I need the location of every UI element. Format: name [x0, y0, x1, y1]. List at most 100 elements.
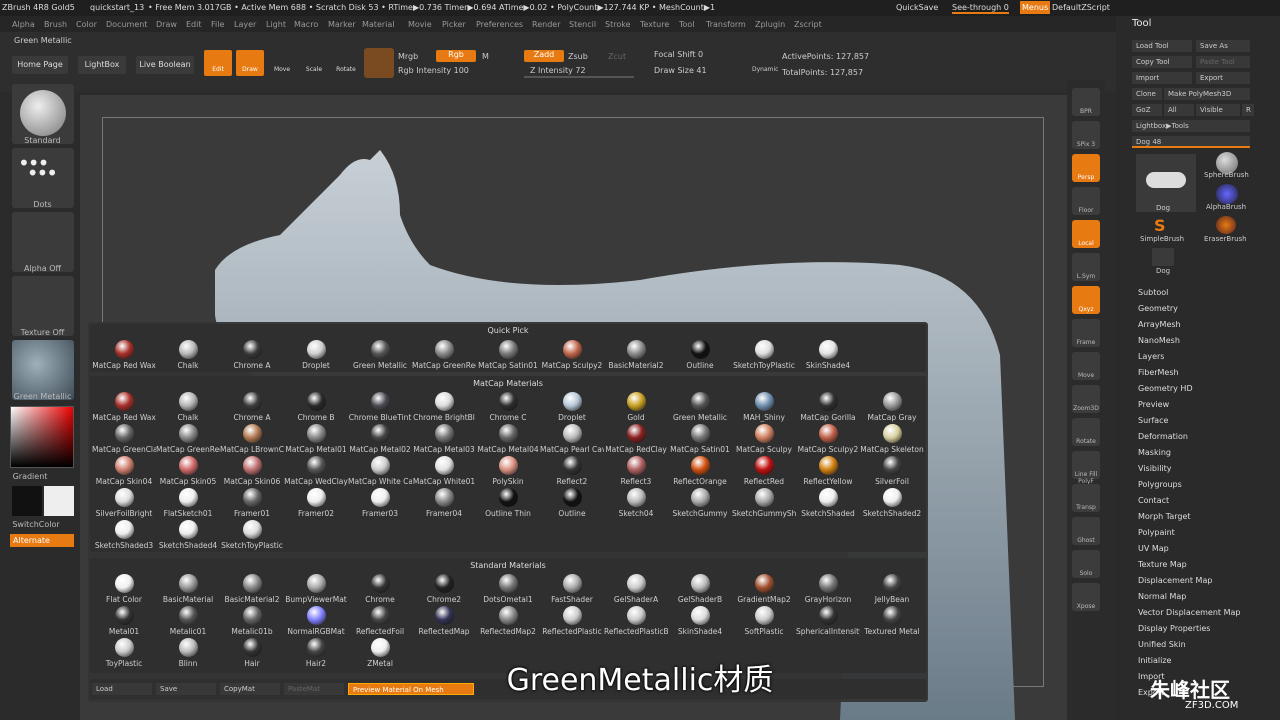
material-sketchshaded3[interactable]: SketchShaded3 [92, 520, 156, 552]
shelf-persp[interactable]: Persp [1072, 154, 1100, 182]
menu-light[interactable]: Light [266, 20, 286, 29]
tool-section-unified-skin[interactable]: Unified Skin [1138, 640, 1186, 649]
material-blinn[interactable]: Blinn [156, 638, 220, 670]
material-framer01[interactable]: Framer01 [220, 488, 284, 520]
material-matcap-satin01[interactable]: MatCap Satin01 [668, 424, 732, 456]
shelf-xpose[interactable]: Xpose [1072, 583, 1100, 611]
material-matcap-white-cavity[interactable]: MatCap White Cavity [348, 456, 412, 488]
visible-button[interactable]: Visible [1196, 104, 1240, 116]
shelf-l-sym[interactable]: L.Sym [1072, 253, 1100, 281]
tool-section-preview[interactable]: Preview [1138, 400, 1169, 409]
zadd-button[interactable]: Zadd [524, 50, 564, 62]
shelf-frame[interactable]: Frame [1072, 319, 1100, 347]
material-matcap-red-wax[interactable]: MatCap Red Wax [92, 392, 156, 424]
clone-button[interactable]: Clone [1132, 88, 1162, 100]
material-sketch04[interactable]: Sketch04 [604, 488, 668, 520]
material-matcap-white01[interactable]: MatCap White01 [412, 456, 476, 488]
material-grayhorizon[interactable]: GrayHorizon [796, 574, 860, 606]
export-button[interactable]: Export [1196, 72, 1250, 84]
tool-section-uv-map[interactable]: UV Map [1138, 544, 1169, 553]
material-framer03[interactable]: Framer03 [348, 488, 412, 520]
material-metalic01[interactable]: Metalic01 [156, 606, 220, 638]
material-matcap-metal02[interactable]: MatCap Metal02 [348, 424, 412, 456]
stroke-thumbnail[interactable]: ••• ••• [12, 148, 74, 208]
tool-section-visibility[interactable]: Visibility [1138, 464, 1172, 473]
material-textured-metal[interactable]: Textured Metal [860, 606, 924, 638]
material-sketchshaded[interactable]: SketchShaded [796, 488, 860, 520]
rgb-intensity-slider[interactable]: Rgb Intensity 100 [398, 66, 469, 75]
menu-picker[interactable]: Picker [442, 20, 466, 29]
menu-macro[interactable]: Macro [294, 20, 318, 29]
tool-section-surface[interactable]: Surface [1138, 416, 1168, 425]
rotate-button[interactable]: Rotate [332, 50, 360, 76]
material-gelshadera[interactable]: GelShaderA [604, 574, 668, 606]
tool-section-polygroups[interactable]: Polygroups [1138, 480, 1182, 489]
focal-shift-slider[interactable]: Focal Shift 0 [654, 50, 703, 59]
material-matcap-pearl-cavity[interactable]: MatCap Pearl Cavity [540, 424, 604, 456]
menu-tool[interactable]: Tool [679, 20, 695, 29]
tool-slider[interactable]: Dog 48 [1132, 136, 1250, 148]
material-basicmaterial[interactable]: BasicMaterial [156, 574, 220, 606]
material-reflectedfoil[interactable]: ReflectedFoil [348, 606, 412, 638]
material-outline-thin[interactable]: Outline Thin [476, 488, 540, 520]
tool-section-geometry[interactable]: Geometry [1138, 304, 1178, 313]
material-chrome-b[interactable]: Chrome B [284, 392, 348, 424]
material-silverfoil[interactable]: SilverFoil [860, 456, 924, 488]
tool-section-morph-target[interactable]: Morph Target [1138, 512, 1191, 521]
material-reflectedmap[interactable]: ReflectedMap [412, 606, 476, 638]
material-chrome-a[interactable]: Chrome A [220, 392, 284, 424]
shelf-qxyz[interactable]: Qxyz [1072, 286, 1100, 314]
material-matcap-lbrownclay[interactable]: MatCap LBrownClay [220, 424, 284, 456]
zsub-button[interactable]: Zsub [568, 52, 588, 61]
menu-document[interactable]: Document [106, 20, 147, 29]
material-matcap-sculpy2[interactable]: MatCap Sculpy2 [796, 424, 860, 456]
material-matcap-gorilla[interactable]: MatCap Gorilla [796, 392, 860, 424]
shelf-solo[interactable]: Solo [1072, 550, 1100, 578]
tool-section-contact[interactable]: Contact [1138, 496, 1169, 505]
material-matcap-skin06[interactable]: MatCap Skin06 [220, 456, 284, 488]
material-chrome-a[interactable]: Chrome A [220, 340, 284, 372]
material-sketchgummyshade[interactable]: SketchGummyShade [732, 488, 796, 520]
material-hair[interactable]: Hair [220, 638, 284, 670]
home-page-button[interactable]: Home Page [12, 56, 68, 74]
tool-section-deformation[interactable]: Deformation [1138, 432, 1188, 441]
material-bumpviewermat[interactable]: BumpViewerMat [284, 574, 348, 606]
draw-size-slider[interactable]: Draw Size 41 [654, 66, 707, 75]
edit-button[interactable]: Edit [204, 50, 232, 76]
material-flatsketch01[interactable]: FlatSketch01 [156, 488, 220, 520]
menu-texture[interactable]: Texture [640, 20, 669, 29]
shelf-move[interactable]: Move [1072, 352, 1100, 380]
tool-section-masking[interactable]: Masking [1138, 448, 1171, 457]
material-sketchgummy[interactable]: SketchGummy [668, 488, 732, 520]
material-thumbnail[interactable] [12, 340, 74, 400]
material-toyplastic[interactable]: ToyPlastic [92, 638, 156, 670]
menu-zscript[interactable]: Zscript [794, 20, 822, 29]
shelf-zoom3d[interactable]: Zoom3D [1072, 385, 1100, 413]
color-picker[interactable] [10, 406, 74, 468]
material-swatch[interactable] [364, 48, 394, 78]
menu-draw[interactable]: Draw [156, 20, 177, 29]
material-matcap-satin01[interactable]: MatCap Satin01 [476, 340, 540, 372]
make-polymesh-button[interactable]: Make PolyMesh3D [1164, 88, 1250, 100]
material-chrome-bluetint[interactable]: Chrome BlueTint [348, 392, 412, 424]
simple-brush-icon[interactable]: S [1154, 216, 1172, 235]
menu-stencil[interactable]: Stencil [569, 20, 596, 29]
material-reflect3[interactable]: Reflect3 [604, 456, 668, 488]
material-dotsometal1[interactable]: DotsOmetal1 [476, 574, 540, 606]
all-button[interactable]: All [1164, 104, 1194, 116]
tool-section-polypaint[interactable]: Polypaint [1138, 528, 1175, 537]
menu-zplugin[interactable]: Zplugin [755, 20, 785, 29]
material-matcap-metal04[interactable]: MatCap Metal04 [476, 424, 540, 456]
material-green-metallic[interactable]: Green Metallic [348, 340, 412, 372]
material-reflectedmap2[interactable]: ReflectedMap2 [476, 606, 540, 638]
paste-mat-button[interactable]: PasteMat [284, 683, 344, 695]
material-reflectred[interactable]: ReflectRed [732, 456, 796, 488]
save-material-button[interactable]: Save [156, 683, 216, 695]
menu-alpha[interactable]: Alpha [12, 20, 35, 29]
lightbox-tools-button[interactable]: Lightbox▶Tools [1132, 120, 1250, 132]
material-outline[interactable]: Outline [540, 488, 604, 520]
move-button[interactable]: Move [268, 50, 296, 76]
material-chrome-c[interactable]: Chrome C [476, 392, 540, 424]
quicksave-button[interactable]: QuickSave [896, 3, 938, 12]
material-skinshade4[interactable]: SkinShade4 [668, 606, 732, 638]
